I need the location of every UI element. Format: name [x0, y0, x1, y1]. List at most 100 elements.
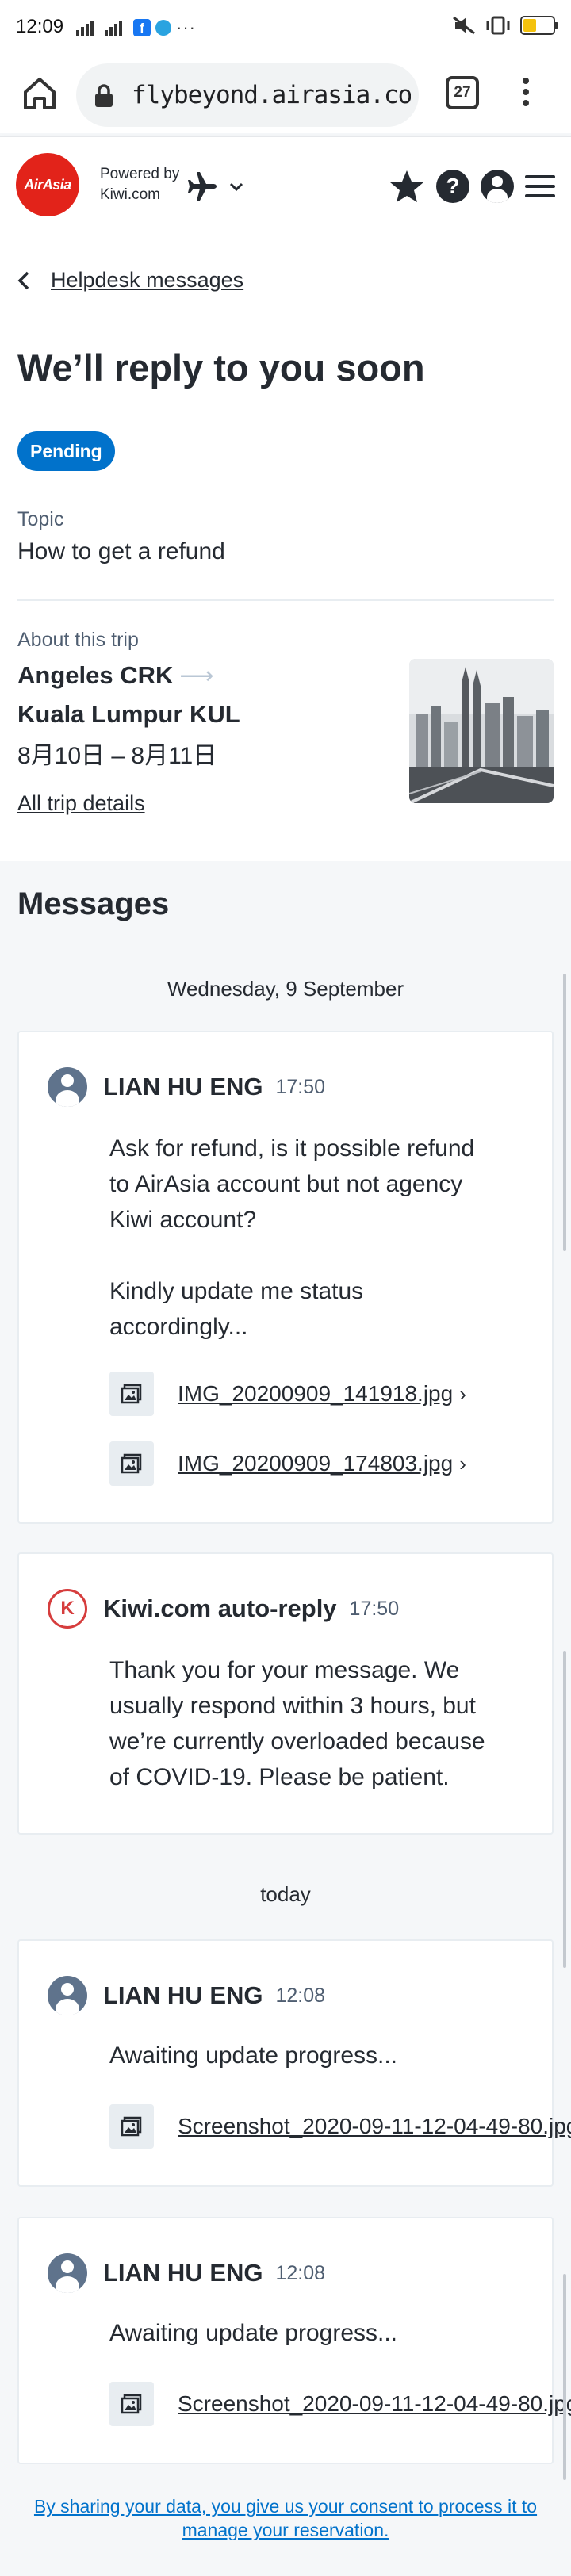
date-separator: Wednesday, 9 September — [167, 977, 404, 1001]
message-line: Kiwi account? — [109, 1207, 257, 1233]
message-line: accordingly... — [109, 1314, 248, 1340]
powered-by-kiwi: Powered by Kiwi.com — [100, 164, 179, 205]
status-notification-icons: f ··· — [76, 17, 196, 38]
image-icon — [109, 1441, 154, 1486]
message-line: Thank you for your message. We — [109, 1657, 460, 1683]
attachment-link[interactable]: IMG_20200909_141918.jpg › — [109, 1372, 466, 1416]
trip-dates: 8月10日 – 8月11日 — [17, 743, 217, 769]
page-title: We’ll reply to you soon — [17, 346, 425, 389]
message-sender: LIAN HU ENG — [103, 2259, 263, 2287]
tabs-icon[interactable]: 27 — [446, 76, 479, 109]
message-line — [109, 1238, 538, 1273]
attachment-filename[interactable]: Screenshot_2020-09-11-12-04-49-80.jpg — [178, 2391, 571, 2417]
message-time: 12:08 — [275, 2261, 326, 2284]
user-avatar — [48, 1976, 87, 2015]
back-to-helpdesk-link[interactable]: Helpdesk messages — [51, 268, 243, 293]
message-line: Ask for refund, is it possible refund — [109, 1135, 475, 1162]
message-body: Awaiting update progress... — [109, 2038, 538, 2073]
trip-route: Angeles CRK ⟶ Kuala Lumpur KUL — [17, 656, 240, 733]
url-text: flybeyond.airasia.com/e — [132, 81, 411, 109]
scrollbar-thumb[interactable] — [563, 1651, 566, 1968]
route-origin: Angeles CRK — [17, 661, 174, 689]
message-card: LIAN HU ENG 17:50 Ask for refund, is it … — [17, 1031, 554, 1524]
user-avatar — [48, 2253, 87, 2293]
attachment-filename[interactable]: Screenshot_2020-09-11-12-04-49-80.jpg — [178, 2114, 571, 2139]
route-destination: Kuala Lumpur KUL — [17, 700, 240, 728]
date-separator: today — [260, 1882, 311, 1906]
scrollbar-thumb[interactable] — [563, 2274, 566, 2480]
divider — [17, 599, 554, 601]
message-sender: Kiwi.com auto-reply — [103, 1594, 337, 1622]
star-icon[interactable] — [389, 169, 425, 204]
address-bar[interactable]: flybeyond.airasia.com/e — [76, 63, 419, 127]
chevron-left-icon — [17, 271, 29, 289]
lock-icon — [95, 84, 113, 107]
image-icon — [109, 1372, 154, 1416]
message-body: Ask for refund, is it possible refund to… — [109, 1131, 538, 1345]
product-switcher-button[interactable] — [186, 170, 246, 202]
message-card: LIAN HU ENG 12:08 Awaiting update progre… — [17, 2217, 571, 2464]
message-sender: LIAN HU ENG — [103, 1073, 263, 1100]
message-line: Awaiting update progress... — [109, 2042, 398, 2069]
message-sender: LIAN HU ENG — [103, 1981, 263, 2009]
attachment-link[interactable]: Screenshot_2020-09-11-12-04-49-80.jpg — [109, 2382, 571, 2426]
message-time: 17:50 — [349, 1597, 400, 1620]
menu-icon[interactable] — [525, 170, 555, 202]
user-avatar — [48, 1067, 87, 1107]
message-header: LIAN HU ENG 17:50 — [48, 1067, 325, 1107]
status-badge: Pending — [17, 431, 115, 471]
message-line: Awaiting update progress... — [109, 2320, 398, 2346]
breadcrumb[interactable]: Helpdesk messages — [16, 268, 243, 293]
message-card: LIAN HU ENG 12:08 Awaiting update progre… — [17, 1939, 571, 2187]
attachment-filename[interactable]: IMG_20200909_141918.jpg — [178, 1381, 453, 1407]
attachment-link[interactable]: Screenshot_2020-09-11-12-04-49-80.jpg — [109, 2104, 571, 2149]
message-header: LIAN HU ENG 12:08 — [48, 1976, 325, 2015]
message-header: LIAN HU ENG 12:08 — [48, 2253, 325, 2293]
more-notifications-icon: ··· — [176, 17, 196, 37]
more-vert-icon[interactable] — [514, 75, 538, 114]
app-header: AirAsia Powered by Kiwi.com ? — [0, 136, 571, 235]
chevron-right-icon: › — [459, 1381, 466, 1406]
header-actions: ? — [389, 169, 555, 204]
signal-icon — [76, 21, 94, 36]
chevron-down-icon — [229, 182, 243, 192]
mute-icon — [453, 16, 475, 35]
destination-photo — [409, 659, 554, 803]
airplane-icon — [188, 172, 217, 201]
topic-label: Topic — [17, 508, 64, 530]
attachment-filename[interactable]: IMG_20200909_174803.jpg — [178, 1451, 453, 1476]
signal-icon — [105, 21, 122, 36]
message-time: 17:50 — [275, 1075, 326, 1098]
topic-value: How to get a refund — [17, 538, 225, 565]
powered-by-line1: Powered by — [100, 166, 180, 182]
all-trip-details-link[interactable]: All trip details — [17, 791, 145, 816]
help-icon[interactable]: ? — [436, 170, 469, 203]
message-header: K Kiwi.com auto-reply 17:50 — [48, 1589, 399, 1629]
message-time: 12:08 — [275, 1984, 326, 2007]
consent-link[interactable]: By sharing your data, you give us your c… — [0, 2494, 571, 2542]
message-card: K Kiwi.com auto-reply 17:50 Thank you fo… — [17, 1552, 554, 1835]
attachment-link[interactable]: IMG_20200909_174803.jpg › — [109, 1441, 466, 1486]
battery-icon — [520, 16, 558, 35]
image-icon — [109, 2104, 154, 2149]
route-arrow-icon: ⟶ — [179, 663, 214, 689]
about-trip-label: About this trip — [17, 629, 139, 651]
home-icon[interactable] — [16, 70, 63, 117]
message-line: to AirAsia account but not agency — [109, 1171, 463, 1197]
account-icon[interactable] — [481, 170, 514, 203]
status-system-icons — [452, 16, 558, 35]
messages-heading: Messages — [17, 886, 170, 921]
message-body: Awaiting update progress... — [109, 2315, 538, 2351]
message-line: of COVID-19. Please be patient. — [109, 1764, 450, 1790]
system-status-bar: 12:09 f ··· — [0, 0, 571, 57]
chevron-right-icon: › — [459, 1451, 466, 1476]
browser-toolbar: flybeyond.airasia.com/e 27 — [0, 57, 571, 133]
scrollbar-thumb[interactable] — [563, 974, 566, 1251]
image-icon — [109, 2382, 154, 2426]
message-line: Kindly update me status — [109, 1278, 364, 1304]
message-body: Thank you for your message. We usually r… — [109, 1652, 538, 1795]
vibrate-icon — [486, 16, 510, 35]
airasia-logo[interactable]: AirAsia — [16, 153, 79, 216]
facebook-icon: f — [133, 19, 151, 36]
request-summary: Helpdesk messages We’ll reply to you soo… — [0, 235, 571, 861]
